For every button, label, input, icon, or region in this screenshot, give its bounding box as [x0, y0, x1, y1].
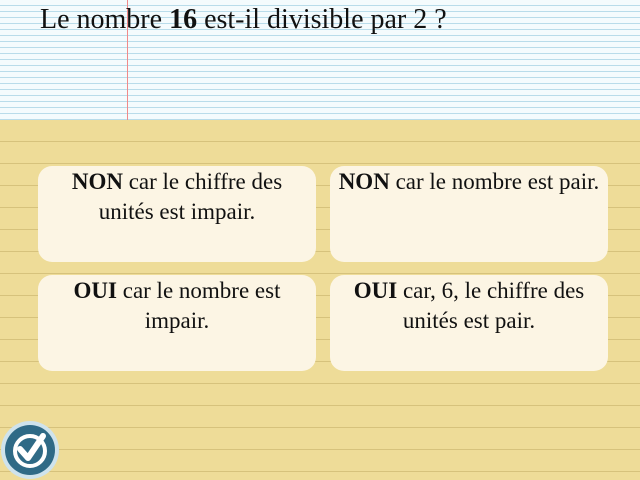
- answer-lead: OUI: [73, 278, 117, 303]
- question-prefix: Le nombre: [40, 4, 170, 35]
- answer-lead: NON: [71, 169, 123, 194]
- question-text: Le nombre 16 est-il divisible par 2 ?: [40, 2, 447, 38]
- validate-button[interactable]: [1, 421, 59, 479]
- question-suffix: est-il divisible par 2 ?: [197, 4, 447, 35]
- checkmark-icon: [13, 433, 47, 468]
- answer-text: car le nombre est impair.: [116, 278, 281, 333]
- answer-text: car le chiffre des unités est impair.: [98, 169, 283, 224]
- answer-option-1[interactable]: NON car le chiffre des unités est impair…: [38, 166, 316, 262]
- answer-text: car le nombre est pair.: [389, 169, 600, 194]
- answer-option-2[interactable]: NON car le nombre est pair.: [330, 166, 608, 262]
- answer-option-3[interactable]: OUI car le nombre est impair.: [38, 275, 316, 371]
- question-panel: Le nombre 16 est-il divisible par 2 ?: [0, 0, 640, 120]
- question-number: 16: [169, 4, 198, 35]
- answer-lead: NON: [338, 169, 390, 194]
- answer-lead: OUI: [353, 278, 398, 303]
- exercise-screen: Le nombre 16 est-il divisible par 2 ? NO…: [0, 0, 640, 480]
- answer-text: car, 6, le chiffre des unités est pair.: [397, 278, 585, 333]
- answer-option-4[interactable]: OUI car, 6, le chiffre des unités est pa…: [330, 275, 608, 371]
